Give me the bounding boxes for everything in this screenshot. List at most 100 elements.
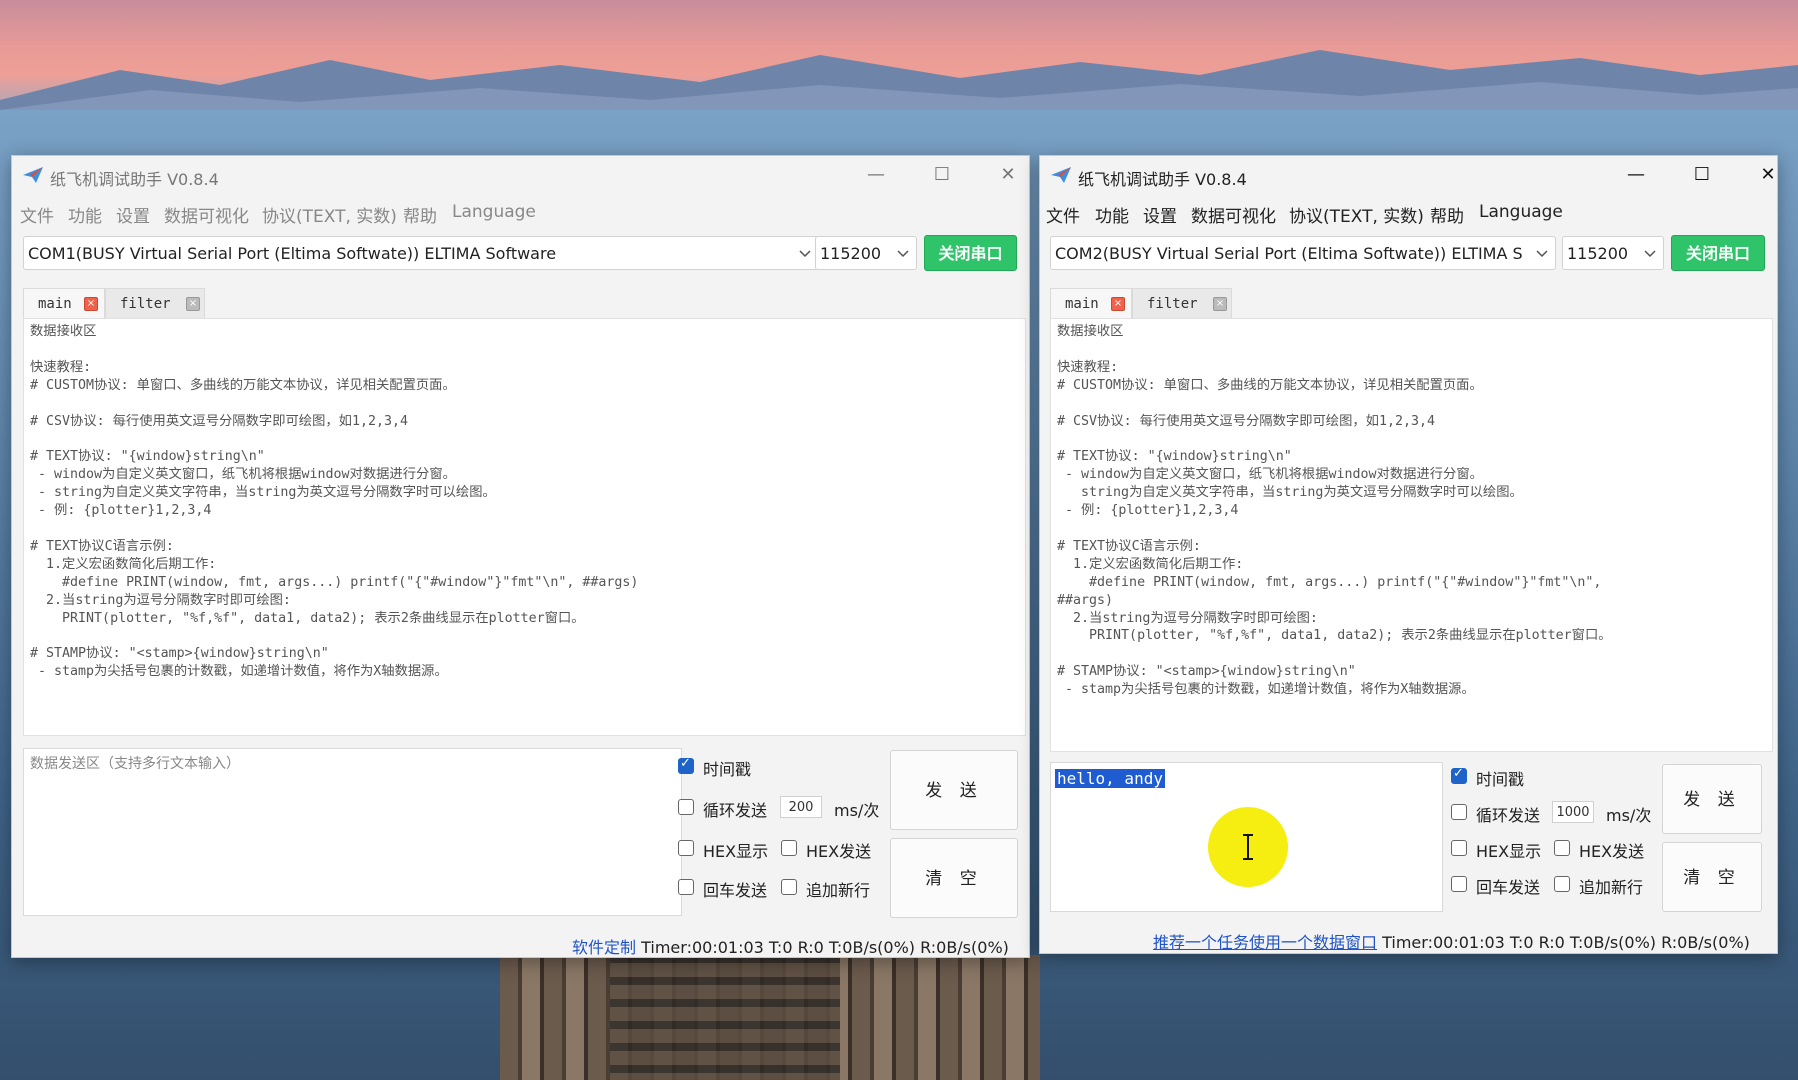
status-bar: 软件定制 Timer:00:01:03 T:0 R:0 T:0B/s(0%) R…	[572, 934, 1009, 958]
tab-main[interactable]: main ×	[1050, 288, 1132, 318]
title-bar[interactable]: 纸飞机调试助手 V0.8.4 — ☐ ✕	[12, 156, 1029, 194]
baud-select[interactable]: 115200	[1562, 236, 1664, 270]
clear-button[interactable]: 清 空	[890, 838, 1018, 918]
send-button[interactable]: 发 送	[890, 750, 1018, 830]
hex-send-label: HEX发送	[1579, 842, 1645, 861]
close-port-button[interactable]: 关闭串口	[924, 235, 1017, 271]
hex-show-checkbox[interactable]	[678, 840, 694, 856]
tab-close-icon[interactable]: ×	[1213, 297, 1227, 311]
menu-visualization[interactable]: 数据可视化	[1191, 202, 1276, 227]
tab-main[interactable]: main ×	[23, 288, 105, 318]
hex-send-checkbox[interactable]	[781, 840, 797, 856]
maximize-button[interactable]: ☐	[1682, 162, 1722, 188]
chevron-down-icon	[1536, 250, 1548, 258]
menu-protocol[interactable]: 协议(TEXT, 实数)	[1289, 202, 1424, 227]
status-counts: T:0 R:0	[768, 938, 824, 957]
timestamp-checkbox[interactable]	[1451, 766, 1467, 784]
loop-interval-input[interactable]: 1000	[1552, 801, 1594, 823]
hex-send-label: HEX发送	[806, 842, 872, 861]
loop-interval-unit: ms/次	[834, 801, 880, 820]
receive-text: 数据接收区 快速教程: # CUSTOM协议: 单窗口、多曲线的万能文本协议，详…	[30, 324, 639, 680]
close-port-button[interactable]: 关闭串口	[1671, 235, 1765, 271]
send-input[interactable]: 数据发送区（支持多行文本输入）	[23, 748, 682, 916]
custom-software-link[interactable]: 软件定制	[572, 938, 636, 957]
tab-filter-label: filter	[1147, 296, 1198, 312]
hex-show-label: HEX显示	[1476, 842, 1542, 861]
tab-filter[interactable]: filter ×	[1132, 288, 1232, 318]
tab-close-icon[interactable]: ×	[84, 297, 98, 311]
menu-settings[interactable]: 设置	[1143, 202, 1177, 227]
menu-function[interactable]: 功能	[68, 202, 102, 227]
chevron-down-icon	[1644, 250, 1656, 258]
status-bar: 推荐一个任务使用一个数据窗口 Timer:00:01:03 T:0 R:0 T:…	[1153, 929, 1750, 953]
timestamp-label: 时间戳	[703, 760, 752, 779]
append-newline-checkbox[interactable]	[781, 879, 797, 895]
loop-send-checkbox[interactable]	[1451, 804, 1467, 820]
menu-help[interactable]: 帮助	[1430, 202, 1464, 227]
send-input-value: hello, andy	[1055, 769, 1165, 788]
menu-language[interactable]: Language	[452, 202, 536, 222]
menu-help[interactable]: 帮助	[403, 202, 437, 227]
tab-close-icon[interactable]: ×	[1111, 297, 1125, 311]
menu-language[interactable]: Language	[1479, 202, 1563, 222]
chevron-down-icon	[799, 250, 811, 258]
baud-select[interactable]: 115200	[815, 236, 917, 270]
hex-send-checkbox[interactable]	[1554, 840, 1570, 856]
receive-text: 数据接收区 快速教程: # CUSTOM协议: 单窗口、多曲线的万能文本协议，详…	[1057, 324, 1612, 698]
append-newline-checkbox[interactable]	[1554, 876, 1570, 892]
port-select-value: COM1(BUSY Virtual Serial Port (Eltima So…	[28, 244, 557, 263]
minimize-button[interactable]: —	[1616, 162, 1656, 188]
menu-file[interactable]: 文件	[20, 202, 54, 227]
recommend-link[interactable]: 推荐一个任务使用一个数据窗口	[1153, 933, 1377, 952]
status-timer: Timer:00:01:03	[641, 938, 764, 957]
wallpaper-mountains	[0, 50, 1798, 120]
timestamp-checkbox[interactable]	[678, 756, 694, 774]
append-newline-label: 追加新行	[1579, 878, 1644, 897]
title-bar[interactable]: 纸飞机调试助手 V0.8.4 — ☐ ✕	[1040, 156, 1777, 194]
menu-protocol[interactable]: 协议(TEXT, 实数)	[262, 202, 397, 227]
hex-show-checkbox[interactable]	[1451, 840, 1467, 856]
tab-filter[interactable]: filter ×	[105, 288, 205, 318]
right-app-window: 纸飞机调试助手 V0.8.4 — ☐ ✕ 文件 功能 设置 数据可视化 协议(T…	[1039, 155, 1778, 954]
loop-interval-input[interactable]: 200	[780, 796, 822, 818]
clear-button[interactable]: 清 空	[1662, 842, 1762, 912]
maximize-button[interactable]: ☐	[922, 162, 962, 188]
baud-select-value: 115200	[1567, 244, 1629, 263]
send-button[interactable]: 发 送	[1662, 764, 1762, 834]
menu-bar: 文件 功能 设置 数据可视化 协议(TEXT, 实数) 帮助 Language	[12, 196, 1029, 227]
status-rate: T:0B/s(0%) R:0B/s(0%)	[1569, 933, 1750, 952]
tab-filter-label: filter	[120, 296, 171, 312]
status-rate: T:0B/s(0%) R:0B/s(0%)	[828, 938, 1009, 957]
chevron-down-icon	[897, 250, 909, 258]
menu-file[interactable]: 文件	[1046, 202, 1080, 227]
append-newline-label: 追加新行	[806, 881, 871, 900]
wallpaper-pier-rails	[610, 955, 840, 1080]
port-select[interactable]: COM1(BUSY Virtual Serial Port (Eltima So…	[23, 236, 819, 270]
receive-area[interactable]: 数据接收区 快速教程: # CUSTOM协议: 单窗口、多曲线的万能文本协议，详…	[1050, 318, 1773, 752]
window-title: 纸飞机调试助手 V0.8.4	[1078, 170, 1247, 189]
text-cursor-icon	[1243, 834, 1253, 860]
tab-bar: main × filter ×	[23, 288, 373, 318]
enter-send-checkbox[interactable]	[678, 879, 694, 895]
menu-function[interactable]: 功能	[1095, 202, 1129, 227]
loop-interval-unit: ms/次	[1606, 806, 1652, 825]
menu-visualization[interactable]: 数据可视化	[164, 202, 249, 227]
menu-settings[interactable]: 设置	[116, 202, 150, 227]
receive-area[interactable]: 数据接收区 快速教程: # CUSTOM协议: 单窗口、多曲线的万能文本协议，详…	[23, 318, 1026, 736]
loop-send-checkbox[interactable]	[678, 799, 694, 815]
hex-show-label: HEX显示	[703, 842, 769, 861]
close-button[interactable]: ✕	[1748, 162, 1788, 188]
tab-bar: main × filter ×	[1050, 288, 1400, 318]
status-timer: Timer:00:01:03	[1382, 933, 1505, 952]
enter-send-checkbox[interactable]	[1451, 876, 1467, 892]
send-placeholder: 数据发送区（支持多行文本输入）	[30, 756, 240, 772]
port-select-value: COM2(BUSY Virtual Serial Port (Eltima So…	[1055, 244, 1523, 263]
enter-send-label: 回车发送	[703, 881, 768, 900]
close-button[interactable]: ✕	[988, 162, 1028, 188]
port-select[interactable]: COM2(BUSY Virtual Serial Port (Eltima So…	[1050, 236, 1556, 270]
tab-close-icon[interactable]: ×	[186, 297, 200, 311]
left-app-window: 纸飞机调试助手 V0.8.4 — ☐ ✕ 文件 功能 设置 数据可视化 协议(T…	[11, 155, 1030, 958]
enter-send-label: 回车发送	[1476, 878, 1541, 897]
loop-send-label: 循环发送	[703, 801, 768, 820]
minimize-button[interactable]: —	[856, 162, 896, 188]
